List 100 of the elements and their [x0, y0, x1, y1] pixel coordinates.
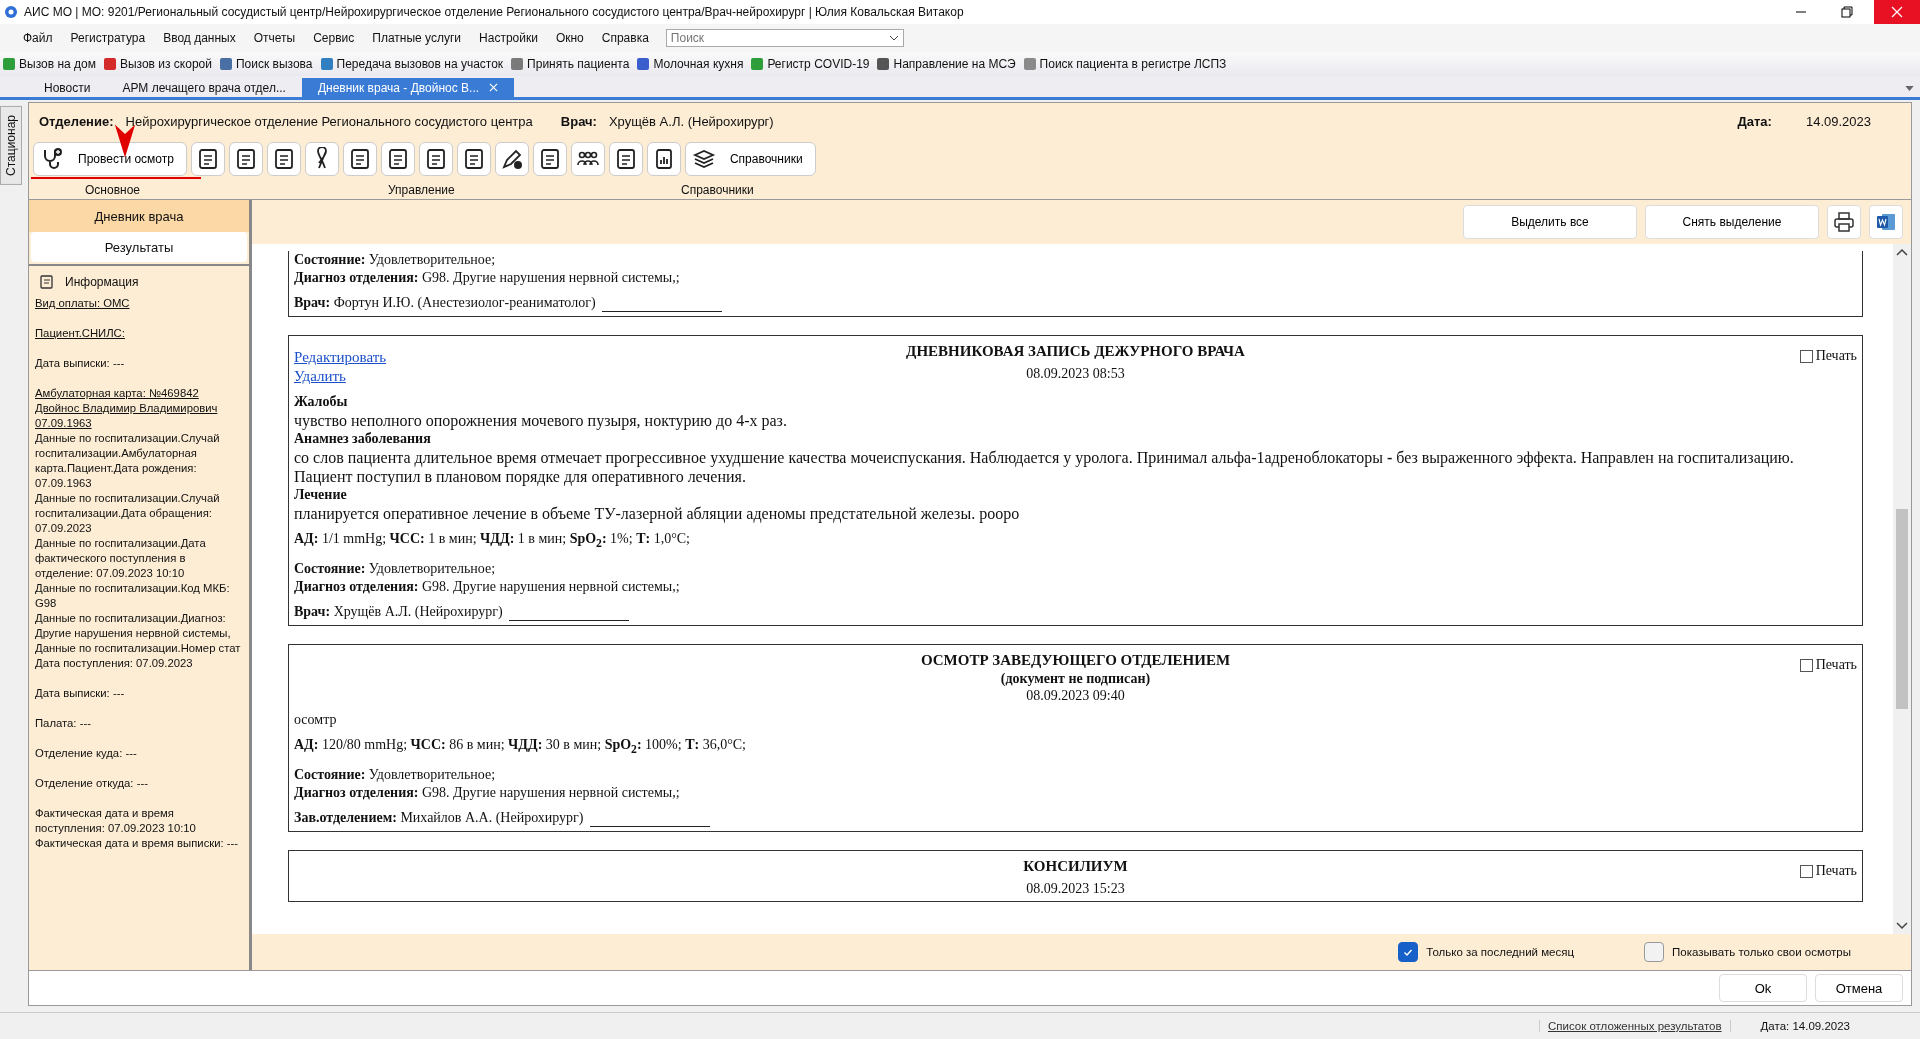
record-date: 08.09.2023 08:53 [1025, 365, 1126, 382]
checkbox-label: Печать [1815, 348, 1857, 364]
record-subtitle: (документ не подписан) [999, 669, 1152, 687]
nav-item[interactable]: Дневник врача [29, 200, 249, 232]
toolbar-button[interactable] [456, 142, 491, 176]
status-link[interactable]: Список отложенных результатов [1538, 1020, 1730, 1032]
info-text: Данные по госпитализации.Дата фактического поступления в отделение: 07.09.2023 10:10 [35, 536, 207, 581]
app-icon [4, 5, 18, 19]
checkbox-label: Только за последний месяц [1426, 946, 1575, 958]
examine-button[interactable]: Провести осмотр [33, 142, 187, 176]
info-link[interactable]: Амбулаторная карта: №469842 Двойнос Владимир Владимирович 07.09.1963 [35, 386, 243, 431]
filter-checkbox[interactable] [1398, 942, 1419, 962]
print-button[interactable] [1827, 205, 1861, 239]
action-button[interactable]: Снять выделение [1645, 205, 1819, 239]
record-title: КОНСИЛИУМ [1022, 856, 1129, 876]
toolbar-button[interactable] [646, 142, 681, 176]
word-export-button[interactable] [1869, 205, 1903, 239]
toolbar-button[interactable] [380, 142, 415, 176]
toolbar-button[interactable]: Регистр COVID-19 [750, 57, 870, 71]
dialog-button[interactable]: Ok [1719, 974, 1807, 1002]
section-title: Информация [65, 274, 139, 290]
printer-icon [1833, 211, 1855, 233]
toolbar-button[interactable]: Молочная кухня [636, 57, 744, 71]
toolbar-button[interactable] [418, 142, 453, 176]
menu-item[interactable]: Ввод данных [154, 31, 245, 45]
toolbar-button[interactable] [228, 142, 263, 176]
toolbar-button[interactable] [532, 142, 567, 176]
toolbar-button[interactable] [190, 142, 225, 176]
record-date: 08.09.2023 09:40 [1025, 686, 1126, 704]
record-field: Диагноз отделения: G98. Другие нарушения нервной системы,; [294, 783, 1857, 802]
toolbar-button[interactable] [608, 142, 643, 176]
record-title: ОСМОТР ЗАВЕДУЮЩЕГО ОТДЕЛЕНИЕМ [919, 650, 1232, 670]
status-date: Дата: 14.09.2023 [1729, 1020, 1880, 1032]
toolbar-button[interactable] [570, 142, 605, 176]
search-field[interactable]: Поиск [665, 29, 904, 47]
toolbar-button[interactable] [266, 142, 301, 176]
section-heading: Жалобы [294, 393, 349, 411]
record-field: АД: 1/1 mmHg; ЧСС: 1 в мин; ЧДД: 1 в мин; SpO$_{2}$: 1%; Т: 1,0°C; [294, 530, 1857, 553]
print-checkbox[interactable] [1799, 658, 1813, 672]
menu-item[interactable]: Файл [14, 31, 62, 45]
toolbar-button[interactable]: Поиск пациента в регистре ЛСПЗ [1022, 57, 1227, 71]
info-link[interactable]: Вид оплаты: ОМС [35, 296, 243, 311]
signature-text: Врач: Фортун И.Ю. (Анестезиолог-реаниматолог) [294, 294, 596, 312]
toolbar-button[interactable] [304, 142, 339, 176]
record-field: Состояние: Удовлетворительное; [294, 251, 1857, 269]
scroll-down-icon[interactable] [1896, 922, 1908, 930]
toolbar-button[interactable]: Передача вызовов на участок [319, 57, 504, 71]
info-text: Данные по госпитализации.Код МКБ: G98 [35, 581, 231, 611]
references-button[interactable]: Справочники [684, 142, 816, 176]
print-checkbox[interactable] [1799, 350, 1813, 363]
toolbar-button[interactable] [342, 142, 377, 176]
info-link[interactable]: Пациент.СНИЛС: [35, 326, 243, 341]
dropdown-icon[interactable] [888, 35, 899, 41]
info-text: Данные по госпитализации.Случай госпитализации.Дата обращения: 07.09.2023 [35, 491, 221, 536]
nav-item[interactable]: Результаты [31, 232, 247, 262]
toolbar-button[interactable]: Вызов на дом [2, 57, 96, 71]
scroll-up-icon[interactable] [1896, 248, 1908, 256]
record-link[interactable]: Редактировать [294, 348, 494, 367]
toolbar-button[interactable] [494, 142, 529, 176]
record-field: Диагноз отделения: G98. Другие нарушения нервной системы,; [294, 269, 1857, 287]
section-heading: Анамнез заболевания [294, 430, 432, 448]
menu-item[interactable]: Настройки [470, 31, 547, 45]
group-label: Основное [85, 183, 140, 197]
menu-item[interactable]: Сервис [304, 31, 364, 45]
action-button[interactable]: Выделить все [1463, 205, 1637, 239]
menu-item[interactable]: Отчеты [244, 31, 305, 45]
record-title: ДНЕВНИКОВАЯ ЗАПИСЬ ДЕЖУРНОГО ВРАЧА [905, 342, 1246, 361]
menu-item[interactable]: Окно [546, 31, 593, 45]
date-value: 14.09.2023 [1805, 113, 1871, 129]
toolbar-button[interactable]: Поиск вызова [219, 57, 313, 71]
signature-text: Зав.отделением: Михайлов А.А. (Нейрохирург) [294, 808, 584, 827]
toolbar-button[interactable]: Вызов из скорой [102, 57, 212, 71]
print-checkbox[interactable] [1799, 864, 1813, 878]
scrollbar[interactable] [1893, 244, 1911, 934]
field-label: Отделение: [39, 113, 114, 129]
scroll-thumb[interactable] [1896, 509, 1908, 709]
record-link[interactable]: Удалить [294, 367, 494, 386]
tab[interactable]: Дневник врача - Двойнос В... [301, 78, 515, 97]
dialog-button[interactable]: Отмена [1815, 974, 1903, 1002]
menu-item[interactable]: Справка [592, 31, 658, 45]
dropdown-icon[interactable] [1905, 86, 1914, 91]
field-label: Врач: [560, 113, 597, 129]
department-value: Нейрохирургическое отделение Регионального сосудистого центра [125, 113, 533, 129]
menu-item[interactable]: Регистратура [61, 31, 155, 45]
tab[interactable]: АРМ лечащего врача отдел... [106, 78, 302, 97]
filter-checkbox[interactable] [1644, 942, 1665, 962]
toolbar-button[interactable]: Направление на МСЭ [876, 57, 1016, 71]
field-label: Дата: [1737, 113, 1772, 129]
record-text: чувство неполного опорожнения мочевого пузыря, ноктурию до 4-х раз. [294, 411, 788, 430]
close-icon[interactable] [489, 83, 499, 92]
group-label: Управление [388, 183, 455, 197]
tab[interactable]: Новости [28, 78, 107, 97]
info-text: Палата: --- [35, 716, 92, 731]
info-text: Отделение откуда: --- [35, 776, 149, 791]
info-text: Данные по госпитализации.Диагноз: Другие нарушения нервной системы, [35, 611, 232, 641]
window-title: АИС МО | МО: 9201/Региональный сосудистый центр/Нейрохирургическое отделение Регионального сосудистого центра/Врач-нейрохирург | Юлия Ковальская Витакор [24, 5, 964, 19]
toolbar-button[interactable]: Принять пациента [510, 57, 630, 71]
record-text: планируется оперативное лечение в объеме ТУ-лазерной абляции аденомы предстательной железы. рооро [294, 504, 1021, 523]
menu-item[interactable]: Платные услуги [363, 31, 471, 45]
side-tab[interactable]: Стационар [0, 106, 22, 185]
